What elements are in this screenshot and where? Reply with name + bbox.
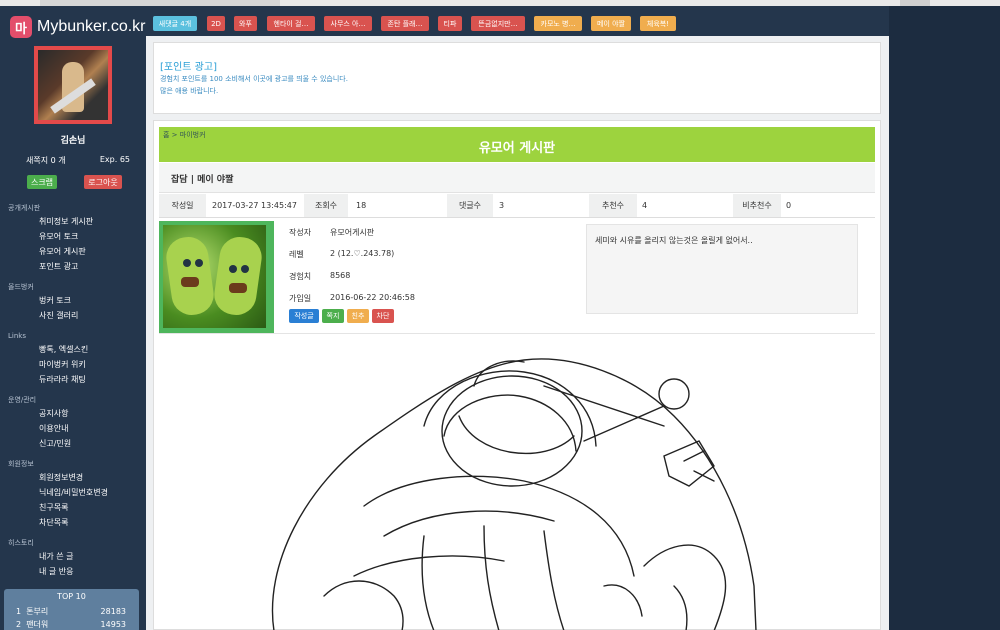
chip-link[interactable]: 와푸 — [234, 16, 257, 31]
chip-link[interactable]: 카모노 병… — [534, 16, 582, 31]
date-value: 2017-03-27 13:45:47 — [212, 201, 297, 210]
top10-panel: TOP 10 1 톤부리 28183 2 팬더워 14953 — [4, 589, 139, 630]
menu-item[interactable]: 내 글 반응 — [0, 564, 146, 579]
writer-label: 작성자 — [289, 228, 312, 237]
memo-text: 세미와 시유를 올리지 않는것은 올릴게 없어서.. — [595, 236, 753, 245]
post-title: 잡담 | 메이 야짤 — [171, 175, 234, 185]
menu-item[interactable]: 닉네임/비밀번호변경 — [0, 485, 146, 500]
post-info-row: 작성일 2017-03-27 13:45:47 조회수 18 댓글수 3 추천수… — [159, 194, 875, 218]
menu-section-title: Links — [8, 332, 26, 340]
menu-item[interactable]: 마이벙커 위키 — [0, 357, 146, 372]
chip-link[interactable]: 뜬금없지만… — [471, 16, 525, 31]
date-label: 작성일 — [159, 194, 206, 217]
menu-section-title: 공개게시판 — [8, 204, 41, 212]
top10-user: 톤부리 — [26, 607, 49, 616]
menu-item[interactable]: 이용안내 — [0, 421, 146, 436]
chip-link[interactable]: 2D — [207, 16, 225, 31]
comments-value: 3 — [499, 201, 505, 210]
joined-value: 2016-06-22 20:46:58 — [330, 293, 415, 302]
top10-row[interactable]: 2 팬더워 14953 — [4, 618, 139, 630]
ad-box: [포인트 광고] 경험치 포인트를 100 소비해서 이곳에 광고를 띄울 수 … — [153, 42, 881, 114]
top10-title: TOP 10 — [57, 592, 86, 601]
post-title-bar: 잡담 | 메이 야짤 — [159, 163, 875, 193]
message-count[interactable]: 새쪽지 0 개 — [26, 155, 66, 166]
menu-item[interactable]: 친구목록 — [0, 500, 146, 515]
menu-item[interactable]: 신고/민원 — [0, 436, 146, 451]
menu-item[interactable]: 사진 갤러리 — [0, 308, 146, 323]
top10-score: 28183 — [100, 607, 126, 616]
chip-new-comments[interactable]: 새댓글 4개 — [153, 16, 197, 31]
site-logo[interactable]: 마 Mybunker.co.kr — [10, 16, 145, 38]
board-title[interactable]: 유모어 게시판 — [159, 137, 875, 156]
ad-text: 많은 애용 바랍니다. — [160, 87, 219, 95]
menu-section-title: 운영/관리 — [8, 396, 37, 404]
level-label: 레벨 — [289, 250, 304, 259]
divider — [159, 333, 875, 334]
sidebar-menu: 공개게시판 취미정보 게시판 유모어 토크 유모어 게시판 포인트 광고 올드벙… — [0, 202, 146, 579]
menu-item[interactable]: 취미정보 게시판 — [0, 214, 146, 229]
menu-item[interactable]: 유모어 토크 — [0, 229, 146, 244]
top10-rank: 2 — [16, 620, 22, 629]
block-button[interactable]: 차단 — [372, 309, 394, 323]
chip-link[interactable]: 메이 야짤 — [591, 16, 631, 31]
user-stats: 새쪽지 0 개 Exp. 65 — [26, 155, 130, 166]
top10-row[interactable]: 1 톤부리 28183 — [4, 605, 139, 618]
chip-link[interactable]: 체육복! — [640, 16, 676, 31]
downvotes-label: 비추천수 — [733, 194, 781, 217]
menu-item[interactable]: 내가 쓴 글 — [0, 549, 146, 564]
chip-link[interactable]: 티파 — [438, 16, 462, 31]
message-button[interactable]: 쪽지 — [322, 309, 344, 323]
menu-item[interactable]: 포인트 광고 — [0, 259, 146, 274]
menu-item[interactable]: 차단목록 — [0, 515, 146, 530]
exp-value: Exp. 65 — [99, 155, 130, 164]
menu-section-title: 히스토리 — [8, 539, 34, 547]
scrap-button[interactable]: 스크랩 — [27, 175, 57, 189]
downvotes-value: 0 — [786, 201, 792, 210]
menu-item[interactable]: 회원정보변경 — [0, 470, 146, 485]
chip-link[interactable]: 존탄 플래… — [381, 16, 429, 31]
logo-text: Mybunker.co.kr — [37, 18, 146, 35]
menu-item[interactable]: 공지사항 — [0, 406, 146, 421]
post-panel: 홈 > 마이벙커 유모어 게시판 잡담 | 메이 야짤 작성일 2017-03-… — [153, 120, 881, 630]
author-photo — [163, 225, 266, 328]
writer-value[interactable]: 유모어게시판 — [330, 227, 374, 238]
username: 김손님 — [60, 136, 86, 146]
menu-item[interactable]: 벙커 토크 — [0, 293, 146, 308]
logout-button[interactable]: 로그아웃 — [84, 175, 122, 189]
logo-icon: 마 — [10, 16, 32, 38]
author-posts-button[interactable]: 작성글 — [289, 309, 319, 323]
top10-user: 팬더워 — [26, 620, 49, 629]
views-label: 조회수 — [304, 194, 348, 217]
menu-section-title: 올드벙커 — [8, 283, 34, 291]
top10-score: 14953 — [100, 620, 126, 629]
author-memo: 세미와 시유를 올리지 않는것은 올릴게 없어서.. — [586, 224, 858, 314]
menu-item[interactable]: 듀라라라 채팅 — [0, 372, 146, 387]
add-friend-button[interactable]: 친추 — [347, 309, 369, 323]
ad-text: 경험치 포인트를 100 소비해서 이곳에 광고를 띄울 수 있습니다. — [160, 75, 348, 83]
chip-link[interactable]: 사무스 아… — [324, 16, 372, 31]
comments-label: 댓글수 — [447, 194, 493, 217]
right-margin — [889, 6, 1000, 630]
chip-link[interactable]: 헨타이 걸… — [267, 16, 315, 31]
exp-label: 경험치 — [289, 272, 312, 281]
board-header: 홈 > 마이벙커 유모어 게시판 — [159, 127, 875, 162]
upvotes-label: 추천수 — [589, 194, 637, 217]
menu-section-title: 회원정보 — [8, 460, 34, 468]
menu-item[interactable]: 빵톡, 엑셀스킨 — [0, 342, 146, 357]
menu-item[interactable]: 유모어 게시판 — [0, 244, 146, 259]
post-sketch-image — [271, 358, 757, 630]
main-content: [포인트 광고] 경험치 포인트를 100 소비해서 이곳에 광고를 띄울 수 … — [146, 36, 889, 630]
views-value: 18 — [356, 201, 367, 210]
avatar[interactable] — [34, 46, 112, 124]
top-bar: 새댓글 4개 2D 와푸 헨타이 걸… 사무스 아… 존탄 플래… 티파 뜬금없… — [146, 6, 889, 36]
sidebar: 마 Mybunker.co.kr 김손님 새쪽지 0 개 Exp. 65 스크랩… — [0, 6, 146, 630]
exp-value: 8568 — [330, 271, 351, 280]
level-value: 2 (12.♡.243.78) — [330, 249, 395, 258]
joined-label: 가입일 — [289, 294, 312, 303]
top10-rank: 1 — [16, 607, 22, 616]
upvotes-value: 4 — [642, 201, 648, 210]
author-photo-frame[interactable] — [159, 221, 274, 334]
ad-title[interactable]: [포인트 광고] — [160, 58, 217, 73]
